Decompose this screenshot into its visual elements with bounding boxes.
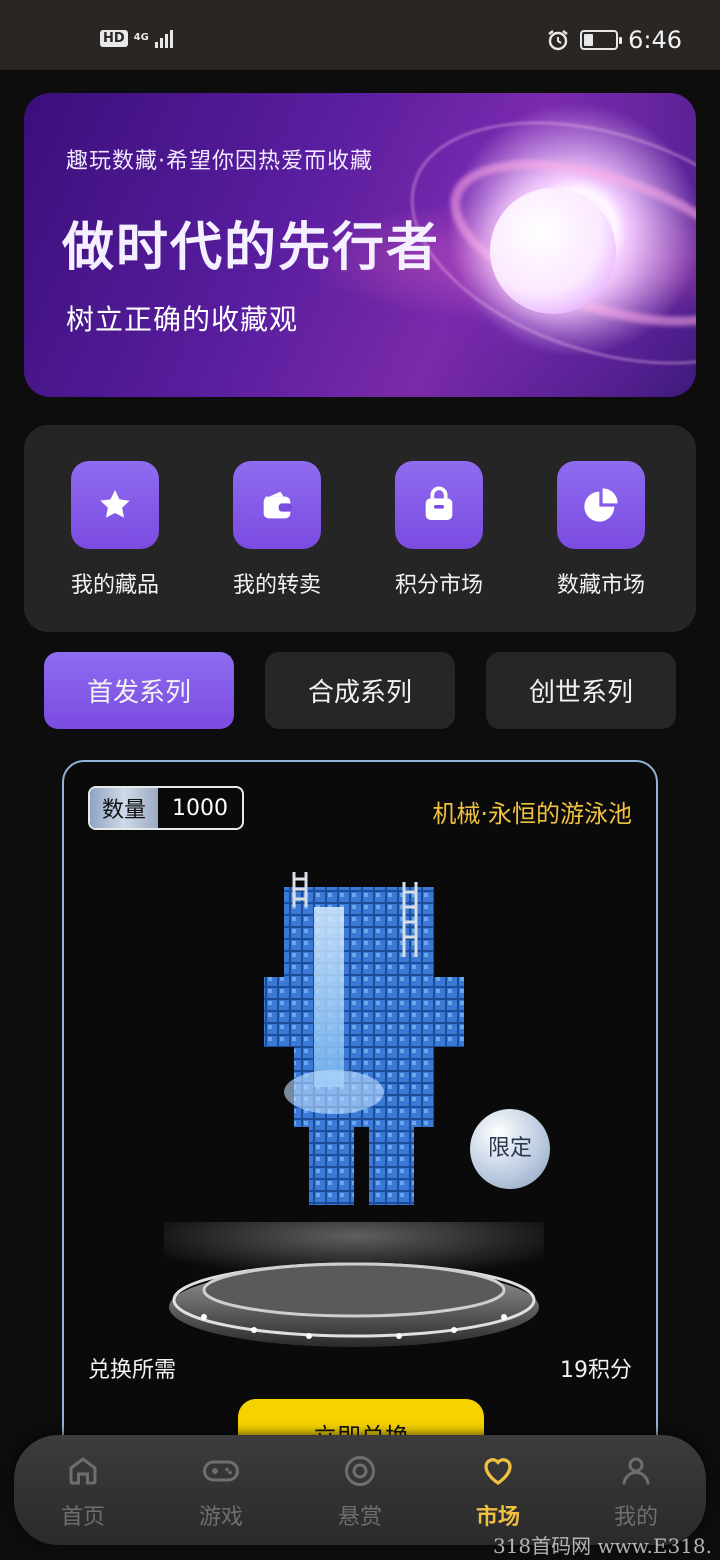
promo-banner[interactable]: 趣玩数藏·希望你因热爱而收藏 做时代的先行者 树立正确的收藏观: [24, 93, 696, 397]
quantity-badge: 数量 1000: [88, 786, 245, 830]
nav-home[interactable]: 首页: [33, 1453, 133, 1531]
nav-label: 首页: [60, 1505, 105, 1530]
quick-action-nft-market[interactable]: 数藏市场: [541, 461, 661, 599]
battery-icon: [580, 30, 623, 50]
nav-bounty[interactable]: 悬赏: [310, 1453, 410, 1531]
status-left: HD 4G: [100, 28, 173, 48]
quantity-value: 1000: [172, 795, 229, 821]
tab-genesis[interactable]: 创世系列: [486, 652, 676, 729]
signal-icon: [154, 28, 173, 48]
banner-subtitle: 趣玩数藏·希望你因热爱而收藏: [66, 149, 373, 174]
nav-market[interactable]: 市场: [448, 1453, 548, 1531]
nav-label: 悬赏: [337, 1505, 382, 1530]
bottom-nav: 首页 游戏 悬赏 市场 我的: [14, 1435, 706, 1545]
shopping-bag-icon: [395, 461, 483, 549]
status-bar: HD 4G 6:46: [0, 0, 720, 70]
alarm-icon: [548, 30, 568, 51]
quick-action-my-collection[interactable]: 我的藏品: [55, 461, 175, 599]
banner-tagline: 树立正确的收藏观: [66, 303, 299, 336]
quantity-label: 数量: [90, 788, 159, 828]
target-icon: [345, 1456, 375, 1486]
wallet-icon: [233, 461, 321, 549]
display-pedestal: [164, 1222, 544, 1347]
status-right: 6:46: [546, 26, 682, 54]
user-icon: [622, 1457, 650, 1485]
gamepad-icon: [203, 1460, 239, 1482]
quick-action-points-market[interactable]: 积分市场: [379, 461, 499, 599]
quick-action-label: 我的转卖: [232, 573, 321, 598]
pool-robot-figure: [264, 872, 464, 1205]
pie-chart-icon: [557, 461, 645, 549]
home-icon: [69, 1457, 97, 1485]
tab-first-release[interactable]: 首发系列: [44, 652, 234, 729]
exchange-requirement-value: 19积分: [560, 1358, 632, 1383]
star-icon: [71, 461, 159, 549]
banner-title: 做时代的先行者: [62, 218, 441, 278]
limited-badge: 限定: [470, 1109, 550, 1189]
clock: 6:46: [628, 26, 682, 54]
exchange-requirement-label: 兑换所需: [88, 1358, 177, 1383]
network-type: 4G: [133, 32, 149, 43]
quick-action-label: 积分市场: [394, 573, 483, 598]
tab-synthesis[interactable]: 合成系列: [265, 652, 455, 729]
quick-action-label: 数藏市场: [556, 573, 645, 598]
product-name: 机械·永恒的游泳池: [432, 800, 632, 828]
quick-actions-panel: 我的藏品 我的转卖 积分市场 数藏市场: [24, 425, 696, 632]
nav-label: 市场: [475, 1505, 520, 1530]
heart-icon: [484, 1458, 512, 1485]
nav-label: 我的: [613, 1505, 658, 1530]
quick-action-my-resale[interactable]: 我的转卖: [217, 461, 337, 599]
planet-illustration: [490, 188, 616, 314]
product-card[interactable]: 数量 1000 机械·永恒的游泳池 限定 兑换所需 19积分: [62, 760, 658, 1480]
quick-action-label: 我的藏品: [70, 573, 159, 598]
site-watermark: 318首码网 www.E318.: [492, 1534, 712, 1558]
nav-games[interactable]: 游戏: [171, 1453, 271, 1531]
nav-label: 游戏: [198, 1505, 243, 1530]
nav-profile[interactable]: 我的: [586, 1453, 686, 1531]
hd-indicator: HD: [100, 29, 128, 47]
